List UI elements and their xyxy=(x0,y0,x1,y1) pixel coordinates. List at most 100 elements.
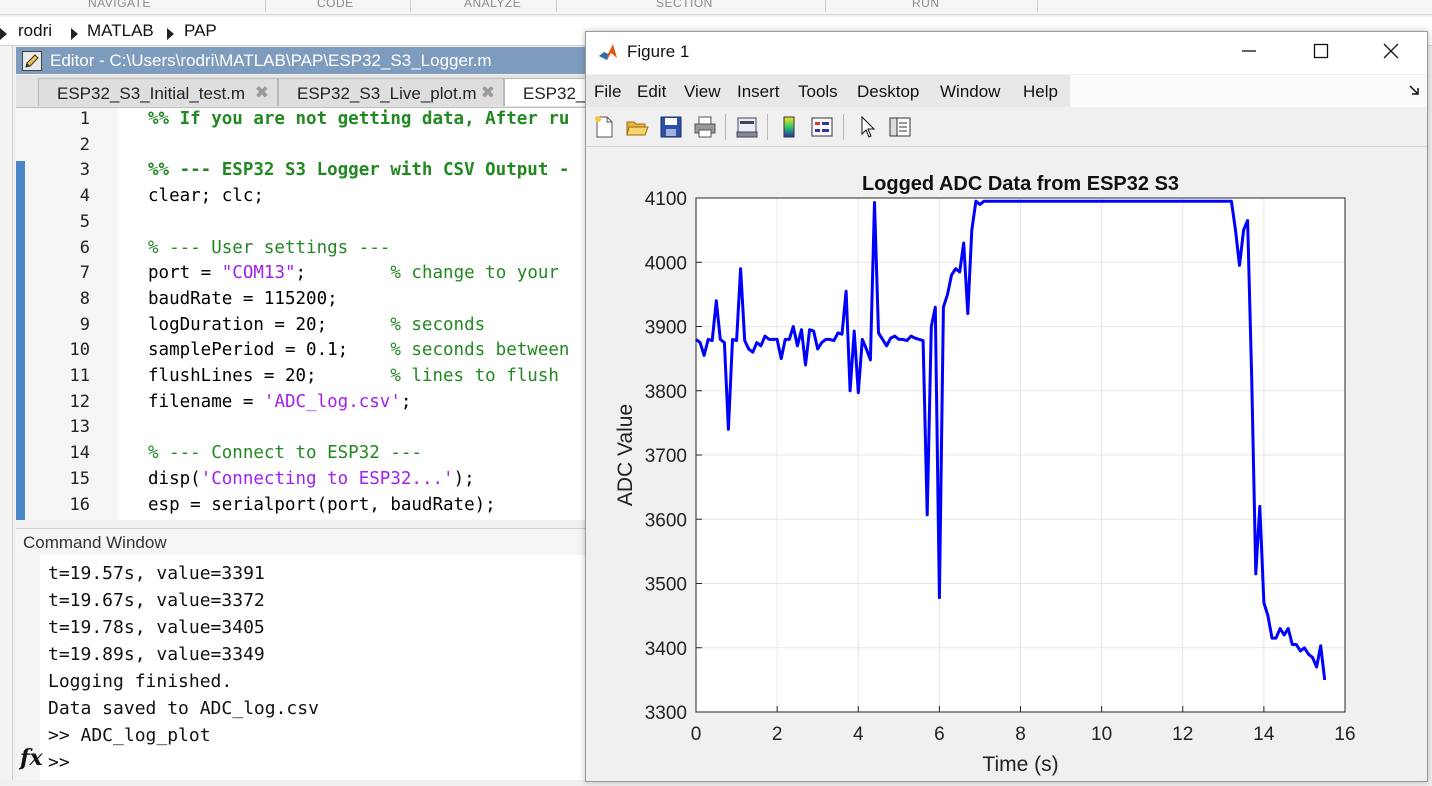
y-tick-label: 4100 xyxy=(645,189,687,210)
edit-plot-icon[interactable] xyxy=(856,115,880,139)
code-line[interactable]: %% If you are not getting data, After ru xyxy=(148,109,569,129)
y-tick-label: 4000 xyxy=(645,253,687,274)
code-line[interactable]: %% --- ESP32 S3 Logger with CSV Output - xyxy=(148,160,569,180)
code-line[interactable]: disp('Connecting to ESP32...'); xyxy=(148,469,475,489)
breadcrumb-arrow-icon[interactable] xyxy=(167,28,174,40)
code-token: logDuration = 20; xyxy=(148,314,391,335)
menu-edit[interactable]: Edit xyxy=(637,82,666,102)
command-prompt[interactable]: >> xyxy=(48,752,70,773)
code-line[interactable]: samplePeriod = 0.1; % seconds between xyxy=(148,340,569,360)
line-number: 7 xyxy=(79,263,90,284)
save-icon[interactable] xyxy=(659,115,683,139)
command-output-line: Logging finished. xyxy=(48,671,233,692)
y-tick-label: 3600 xyxy=(645,510,687,531)
chart[interactable]: 0 2 4 6 8 10 12 14 16 3300 3400 3500 3600 3700 3800 390… xyxy=(586,147,1427,781)
close-window-button[interactable] xyxy=(1371,40,1411,66)
menu-desktop[interactable]: Desktop xyxy=(857,82,919,102)
command-output-line: Data saved to ADC_log.csv xyxy=(48,698,319,719)
dock-arrow-icon[interactable] xyxy=(1408,83,1420,101)
chart-title: Logged ADC Data from ESP32 S3 xyxy=(862,173,1179,195)
breadcrumb-matlab[interactable]: MATLAB xyxy=(87,21,154,41)
tab-esp32-s3-live-plot[interactable]: ESP32_S3_Live_plot.m ✖ xyxy=(278,78,504,106)
menu-insert[interactable]: Insert xyxy=(737,82,780,102)
comment-token: %% --- ESP32 S3 Logger with CSV Output - xyxy=(148,160,570,181)
open-file-icon[interactable] xyxy=(625,115,649,139)
matlab-logo-icon xyxy=(598,42,618,62)
code-token: clear; clc; xyxy=(148,186,264,207)
editor-titlebar[interactable]: Editor - C:\Users\rodri\MATLAB\PAP\ESP32… xyxy=(16,47,596,74)
command-window[interactable]: t=19.57s, value=3391 t=19.67s, value=337… xyxy=(16,555,596,780)
figure-title: Figure 1 xyxy=(627,42,690,61)
toolstrip-section-navigate[interactable]: NAVIGATE xyxy=(88,0,151,10)
function-browser-icon[interactable]: fx xyxy=(20,745,43,771)
code-line[interactable]: port = "COM13"; % change to your xyxy=(148,263,559,283)
command-output-line: t=19.57s, value=3391 xyxy=(48,563,265,584)
figure-window[interactable]: Figure 1 File Edit View Insert Tools Des… xyxy=(585,31,1428,782)
code-line[interactable]: flushLines = 20; % lines to flush xyxy=(148,366,559,386)
code-line[interactable]: % --- Connect to ESP32 --- xyxy=(148,443,422,463)
toolstrip-section-analyze[interactable]: ANALYZE xyxy=(464,0,521,10)
tab-esp32-s3-initial-test[interactable]: ESP32_S3_Initial_test.m ✖ xyxy=(38,78,278,106)
line-number: 2 xyxy=(79,134,90,155)
string-token: 'ADC_log.csv' xyxy=(263,391,401,412)
comment-token: % seconds xyxy=(390,314,486,335)
breadcrumb-arrow-icon[interactable] xyxy=(0,28,7,40)
toolstrip-section-section[interactable]: SECTION xyxy=(656,0,713,10)
code-line[interactable]: clear; clc; xyxy=(148,186,264,206)
insert-legend-icon[interactable] xyxy=(810,115,834,139)
breadcrumb-rodri[interactable]: rodri xyxy=(18,21,52,41)
menu-help[interactable]: Help xyxy=(1023,82,1058,102)
line-number: 15 xyxy=(69,468,90,489)
figure-titlebar[interactable]: Figure 1 xyxy=(586,32,1427,74)
new-figure-icon[interactable] xyxy=(592,115,616,139)
code-editor[interactable]: 1 2 3 4 5 6 7 8 9 10 11 12 13 14 15 16 %% If you are no… xyxy=(16,108,596,520)
minimize-icon xyxy=(1242,50,1256,52)
string-token: "COM13" xyxy=(221,263,296,284)
line-number: 14 xyxy=(69,443,90,464)
tab-esp32-s3-logger[interactable]: ESP32_S xyxy=(504,78,597,106)
line-number: 13 xyxy=(69,417,90,438)
code-token: ; xyxy=(295,263,391,284)
maximize-button[interactable] xyxy=(1301,40,1341,66)
editor-icon xyxy=(22,51,42,71)
menu-tools[interactable]: Tools xyxy=(798,82,838,102)
command-history-line: >> ADC_log_plot xyxy=(48,725,211,746)
toolstrip-section-run[interactable]: RUN xyxy=(912,0,940,10)
command-output-line: t=19.67s, value=3372 xyxy=(48,590,265,611)
toolbar-divider xyxy=(725,114,726,140)
menu-view[interactable]: View xyxy=(684,82,721,102)
y-tick-label: 3500 xyxy=(645,575,687,596)
editor-tab-bar: ESP32_S3_Initial_test.m ✖ ESP32_S3_Live_… xyxy=(16,75,597,108)
insert-colorbar-icon[interactable] xyxy=(777,115,801,139)
menu-file[interactable]: File xyxy=(594,82,621,102)
code-line[interactable]: logDuration = 20; % seconds xyxy=(148,315,485,335)
property-inspector-icon[interactable] xyxy=(888,115,912,139)
code-line[interactable]: % --- User settings --- xyxy=(148,238,390,258)
figure-canvas[interactable]: 0 2 4 6 8 10 12 14 16 3300 3400 3500 3600 3700 3800 390… xyxy=(586,147,1427,781)
string-token: 'Connecting to ESP32...' xyxy=(200,468,454,489)
command-window-header[interactable]: Command Window xyxy=(16,528,596,556)
menu-window[interactable]: Window xyxy=(940,82,1000,102)
x-tick-label: 16 xyxy=(1334,724,1355,745)
close-tab-icon[interactable]: ✖ xyxy=(481,83,495,103)
comment-token: % change to your xyxy=(390,263,559,284)
close-tab-icon[interactable]: ✖ xyxy=(255,83,269,103)
code-token: samplePeriod = 0.1; xyxy=(148,340,391,361)
link-plot-icon[interactable] xyxy=(735,115,759,139)
y-tick-label: 3400 xyxy=(645,639,687,660)
line-number: 9 xyxy=(79,314,90,335)
line-number: 5 xyxy=(79,211,90,232)
left-panel-edge[interactable] xyxy=(0,46,13,780)
line-number: 12 xyxy=(69,391,90,412)
line-number: 4 xyxy=(79,186,90,207)
print-icon[interactable] xyxy=(693,115,717,139)
breadcrumb-pap[interactable]: PAP xyxy=(184,21,217,41)
code-line[interactable]: baudRate = 115200; xyxy=(148,289,338,309)
command-output-line: t=19.89s, value=3349 xyxy=(48,644,265,665)
code-line[interactable]: esp = serialport(port, baudRate); xyxy=(148,495,496,515)
line-number: 6 xyxy=(79,237,90,258)
breadcrumb-arrow-icon[interactable] xyxy=(71,28,78,40)
minimize-button[interactable] xyxy=(1229,40,1269,66)
toolstrip-section-code[interactable]: CODE xyxy=(317,0,354,10)
code-line[interactable]: filename = 'ADC_log.csv'; xyxy=(148,392,411,412)
